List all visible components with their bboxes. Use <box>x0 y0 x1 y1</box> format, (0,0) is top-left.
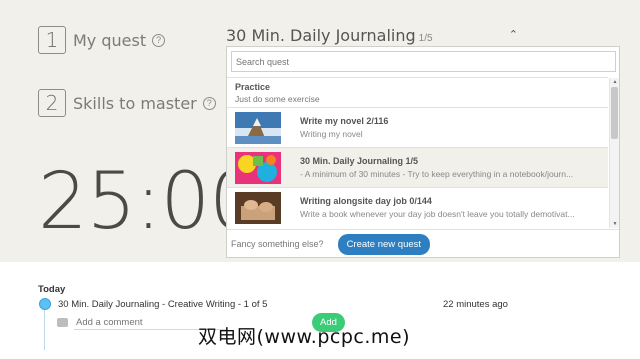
search-quest-input[interactable] <box>231 51 616 72</box>
group-title: Practice <box>235 82 271 92</box>
dropdown-scrollbar[interactable]: ▲ ▼ <box>609 78 619 228</box>
main-panel: 1 My quest ? 2 Skills to master ? 25:00 … <box>0 0 640 262</box>
quest-dropdown: Practice Just do some exercise Write my … <box>226 46 620 258</box>
dropdown-footer: Fancy something else? Create new quest <box>227 229 619 258</box>
pomodoro-timer: 25:00 <box>38 163 226 243</box>
quest-count: 1/5 <box>418 33 433 44</box>
log-entry: 30 Min. Daily Journaling - Creative Writ… <box>58 299 268 310</box>
scroll-down-icon[interactable]: ▼ <box>611 221 619 227</box>
quest-item[interactable]: Write my novel 2/116 Writing my novel <box>227 108 608 148</box>
timeline-dot-icon <box>39 298 51 310</box>
step-number: 2 <box>38 89 66 117</box>
create-new-quest-button[interactable]: Create new quest <box>337 233 431 255</box>
quest-group-practice[interactable]: Practice Just do some exercise <box>227 78 608 108</box>
scroll-up-icon[interactable]: ▲ <box>611 79 619 85</box>
comment-icon <box>57 318 68 327</box>
watermark-text: 双电网(www.pcpc.me) <box>198 326 410 348</box>
quest-item-title: 30 Min. Daily Journaling 1/5 <box>300 156 419 166</box>
group-subtitle: Just do some exercise <box>235 94 320 104</box>
quest-list: Practice Just do some exercise Write my … <box>227 77 608 227</box>
quest-item-desc: Writing my novel <box>300 129 363 139</box>
quest-item-desc: - A minimum of 30 minutes - Try to keep … <box>300 169 574 179</box>
quest-item-desc: Write a book whenever your day job doesn… <box>300 209 575 219</box>
step-skills: 2 Skills to master ? <box>38 89 216 117</box>
step-my-quest: 1 My quest ? <box>38 26 166 54</box>
scrollbar-thumb[interactable] <box>611 87 618 139</box>
log-heading: Today <box>38 284 66 295</box>
step-label: Skills to master <box>73 93 197 113</box>
colorful-art-thumbnail <box>235 151 281 184</box>
chevron-up-icon[interactable]: ⌃ <box>509 28 518 41</box>
step-number: 1 <box>38 26 66 54</box>
mountain-thumbnail <box>235 111 281 144</box>
hands-typing-thumbnail <box>235 191 281 224</box>
quest-item[interactable]: Writing alongsite day job 0/144 Write a … <box>227 188 608 227</box>
help-icon[interactable]: ? <box>152 33 166 47</box>
help-icon[interactable]: ? <box>202 96 216 110</box>
quest-item-selected[interactable]: 30 Min. Daily Journaling 1/5 - A minimum… <box>227 148 608 188</box>
quest-selector[interactable]: 30 Min. Daily Journaling 1/5 ⌃ <box>226 26 618 46</box>
timeline-line <box>44 310 45 350</box>
log-entry-time: 22 minutes ago <box>443 299 508 310</box>
quest-title[interactable]: 30 Min. Daily Journaling <box>226 26 416 45</box>
fancy-text: Fancy something else? <box>231 239 324 249</box>
quest-item-title: Write my novel 2/116 <box>300 116 389 126</box>
step-label: My quest <box>73 30 147 50</box>
quest-item-title: Writing alongsite day job 0/144 <box>300 196 432 206</box>
